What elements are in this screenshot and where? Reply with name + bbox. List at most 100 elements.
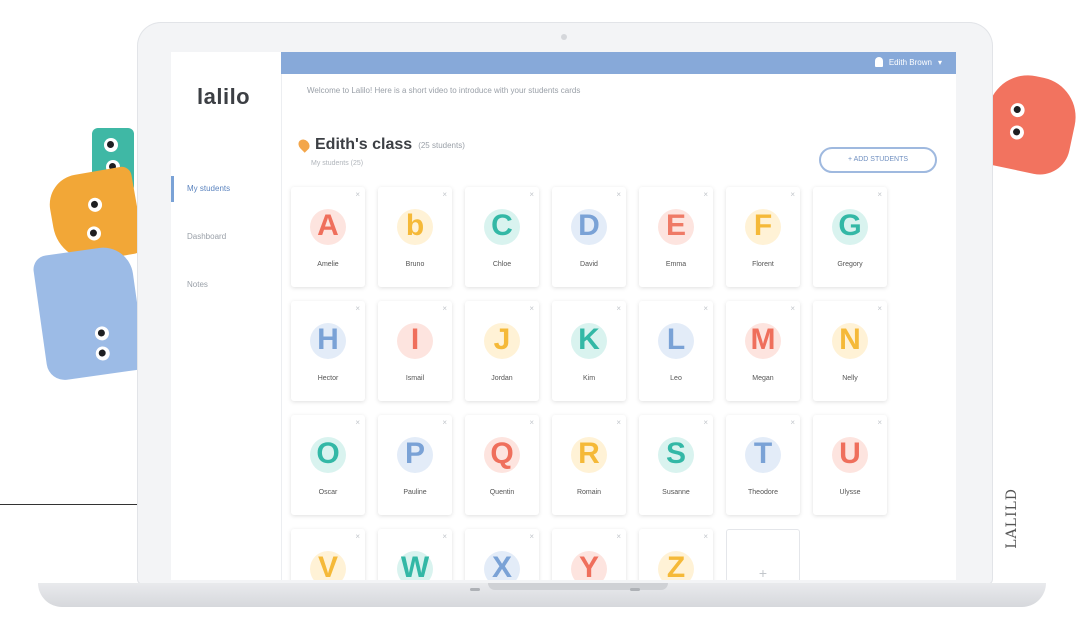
- remove-card-icon[interactable]: ×: [355, 190, 360, 199]
- student-name: Ismail: [405, 375, 425, 382]
- remove-card-icon[interactable]: ×: [790, 190, 795, 199]
- student-name: Susanne: [662, 489, 690, 496]
- letter-monster-icon: A: [317, 209, 339, 242]
- remove-card-icon[interactable]: ×: [877, 418, 882, 427]
- remove-card-icon[interactable]: ×: [790, 304, 795, 313]
- student-card[interactable]: × W: [378, 529, 452, 580]
- add-student-card[interactable]: +: [726, 529, 800, 580]
- student-name: Quentin: [489, 489, 515, 496]
- remove-card-icon[interactable]: ×: [616, 304, 621, 313]
- welcome-message: Welcome to Lalilo! Here is a short video…: [307, 86, 581, 95]
- student-card[interactable]: × O Oscar: [291, 415, 365, 515]
- student-card[interactable]: × J Jordan: [465, 301, 539, 401]
- remove-card-icon[interactable]: ×: [529, 532, 534, 541]
- monster-blue-illustration: [31, 243, 147, 383]
- student-card[interactable]: × S Susanne: [639, 415, 713, 515]
- user-menu[interactable]: Edith Brown ▾: [874, 57, 942, 67]
- remove-card-icon[interactable]: ×: [442, 304, 447, 313]
- student-card[interactable]: × E Emma: [639, 187, 713, 287]
- student-card[interactable]: × V: [291, 529, 365, 580]
- remove-card-icon[interactable]: ×: [355, 418, 360, 427]
- student-name: Leo: [670, 375, 682, 382]
- student-card[interactable]: × T Theodore: [726, 415, 800, 515]
- student-card[interactable]: × H Hector: [291, 301, 365, 401]
- student-name: Florent: [752, 261, 774, 268]
- letter-monster-icon: I: [410, 323, 420, 356]
- laptop-foot: [470, 588, 480, 591]
- monster-eye-icon: [1008, 124, 1026, 141]
- student-card[interactable]: × F Florent: [726, 187, 800, 287]
- remove-card-icon[interactable]: ×: [529, 304, 534, 313]
- remove-card-icon[interactable]: ×: [529, 418, 534, 427]
- letter-monster-icon: J: [493, 323, 511, 356]
- class-name: Edith's class: [315, 136, 413, 153]
- letter-monster-icon: b: [405, 209, 425, 242]
- sidebar-item-dashboard[interactable]: Dashboard: [171, 228, 281, 246]
- letter-monster-icon: X: [491, 551, 512, 580]
- student-card[interactable]: × Q Quentin: [465, 415, 539, 515]
- letter-monster-icon: E: [665, 209, 686, 242]
- remove-card-icon[interactable]: ×: [442, 532, 447, 541]
- student-card[interactable]: × R Romain: [552, 415, 626, 515]
- student-card[interactable]: × b Bruno: [378, 187, 452, 287]
- student-name: Nelly: [842, 375, 858, 382]
- laptop-foot: [630, 588, 640, 591]
- letter-monster-icon: Z: [666, 551, 686, 580]
- add-students-button[interactable]: + ADD STUDENTS: [819, 147, 937, 173]
- student-name: Theodore: [748, 489, 778, 496]
- remove-card-icon[interactable]: ×: [703, 190, 708, 199]
- student-card[interactable]: × Y: [552, 529, 626, 580]
- remove-card-icon[interactable]: ×: [703, 304, 708, 313]
- remove-card-icon[interactable]: ×: [877, 304, 882, 313]
- letter-monster-icon: D: [578, 209, 600, 242]
- remove-card-icon[interactable]: ×: [616, 190, 621, 199]
- student-card[interactable]: × N Nelly: [813, 301, 887, 401]
- remove-card-icon[interactable]: ×: [616, 418, 621, 427]
- camera-icon: [561, 34, 567, 40]
- student-name: Pauline: [403, 489, 427, 496]
- student-card[interactable]: × L Leo: [639, 301, 713, 401]
- letter-monster-icon: O: [316, 437, 340, 470]
- student-card[interactable]: × A Amelie: [291, 187, 365, 287]
- remove-card-icon[interactable]: ×: [442, 190, 447, 199]
- student-name: Romain: [576, 489, 602, 496]
- remove-card-icon[interactable]: ×: [355, 532, 360, 541]
- letter-monster-icon: T: [753, 437, 773, 470]
- letter-monster-icon: U: [839, 437, 861, 470]
- student-card[interactable]: × G Gregory: [813, 187, 887, 287]
- student-card[interactable]: × M Megan: [726, 301, 800, 401]
- letter-monster-icon: R: [578, 437, 600, 470]
- sidebar-item-notes[interactable]: Notes: [171, 276, 281, 294]
- remove-card-icon[interactable]: ×: [877, 190, 882, 199]
- letter-monster-icon: L: [666, 323, 686, 356]
- student-card[interactable]: × I Ismail: [378, 301, 452, 401]
- app-logo[interactable]: lalilo: [197, 84, 250, 110]
- student-name: Hector: [317, 375, 339, 382]
- remove-card-icon[interactable]: ×: [355, 304, 360, 313]
- student-name: David: [580, 261, 598, 268]
- remove-card-icon[interactable]: ×: [616, 532, 621, 541]
- app-screen: lalilo My students Dashboard Notes Edith…: [171, 52, 956, 580]
- remove-card-icon[interactable]: ×: [703, 418, 708, 427]
- plus-icon: +: [758, 565, 768, 580]
- student-name: Gregory: [837, 261, 863, 268]
- remove-card-icon[interactable]: ×: [442, 418, 447, 427]
- student-card[interactable]: × U Ulysse: [813, 415, 887, 515]
- remove-card-icon[interactable]: ×: [703, 532, 708, 541]
- student-name: Chloe: [492, 261, 512, 268]
- student-card[interactable]: × C Chloe: [465, 187, 539, 287]
- student-card[interactable]: × K Kim: [552, 301, 626, 401]
- remove-card-icon[interactable]: ×: [790, 418, 795, 427]
- sidebar-item-my-students[interactable]: My students: [171, 176, 281, 202]
- letter-monster-icon: H: [317, 323, 339, 356]
- monster-eye-icon: [85, 225, 103, 242]
- letter-monster-icon: M: [750, 323, 776, 356]
- remove-card-icon[interactable]: ×: [529, 190, 534, 199]
- monster-eye-icon: [104, 138, 118, 152]
- laptop-frame: lalilo My students Dashboard Notes Edith…: [137, 22, 993, 585]
- student-card[interactable]: × P Pauline: [378, 415, 452, 515]
- student-card[interactable]: × X: [465, 529, 539, 580]
- student-card[interactable]: × Z: [639, 529, 713, 580]
- chevron-down-icon[interactable]: ▾: [938, 58, 942, 67]
- student-card[interactable]: × D David: [552, 187, 626, 287]
